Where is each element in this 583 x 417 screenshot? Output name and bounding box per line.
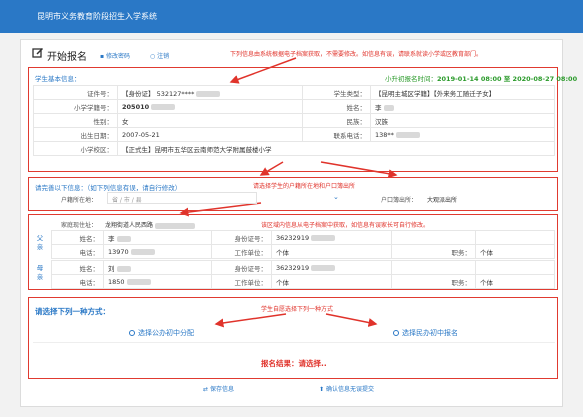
father-job-value[interactable]: 个体 — [475, 244, 555, 259]
table-row: 小学校区： 【正式生】昆明市五华区云南师范大学附属鼓楼小学 — [33, 141, 555, 156]
registration-card: 开始报名 ▪ 修改密码 ○ 注销 下列信息由系统根据电子档案获取，不需要修改。如… — [20, 39, 577, 407]
mother-job-label: 职务： — [391, 274, 476, 289]
reconfirm-title: 请完善以下信息：（如下列信息有误，请自行修改） — [35, 184, 182, 192]
school-value: 【正式生】昆明市五华区云南师范大学附属鼓楼小学 — [117, 141, 555, 156]
mother-id-label: 身份证号： — [211, 260, 272, 275]
mother-job-value[interactable]: 个体 — [475, 274, 555, 289]
student-no-label: 小学学籍号： — [33, 99, 118, 114]
father-work-value[interactable]: 个体 — [271, 244, 392, 259]
table-row: 电话： 1850 工作单位： 个体 职务： 个体 — [51, 274, 555, 289]
mother-phone-label: 电话： — [51, 274, 104, 289]
save-button[interactable]: ⇄ 保存信息 — [203, 384, 234, 393]
radio-icon — [393, 330, 399, 336]
table-row: 电话： 13970 工作单位： 个体 职务： 个体 — [51, 244, 555, 259]
reconfirm-annotation: 请选择学生的户籍所在地和户口簿出所 — [253, 183, 356, 190]
mother-table: 姓名： 刘 身份证号： 36232919 电话： 1850 工作单位： 个体 职… — [51, 260, 555, 289]
student-type-label: 学生类型： — [302, 85, 371, 100]
page-header: 开始报名 ▪ 修改密码 ○ 注销 下列信息由系统根据电子档案获取，不需要修改。如… — [32, 47, 552, 63]
address-label: 家庭现住址： — [61, 222, 98, 229]
page-title: 开始报名 — [47, 52, 87, 63]
student-no-value: 205010 — [117, 99, 303, 114]
birthdate-label: 出生日期： — [33, 127, 118, 142]
divider — [33, 342, 555, 343]
father-id-label: 身份证号： — [211, 230, 272, 245]
header-notice: 下列信息由系统根据电子档案获取，不需要修改。如信息有误，请联系就读小学或区教育部… — [230, 51, 483, 58]
mother-work-value[interactable]: 个体 — [271, 274, 392, 289]
radio-icon — [129, 330, 135, 336]
lock-icon: ▪ — [100, 53, 105, 60]
police-station-value[interactable]: 大观派出所 — [427, 195, 457, 204]
ethnicity-label: 民族： — [302, 113, 371, 128]
father-phone-value[interactable]: 13970 — [103, 244, 212, 259]
enrollment-period: 小升初报名时间：2019-01-14 08:00 至 2020-08-27 08… — [385, 75, 578, 83]
father-id-value[interactable]: 36232919 — [271, 230, 392, 245]
save-icon: ⇄ — [203, 386, 209, 393]
table-row: 姓名： 刘 身份证号： 36232919 — [51, 260, 555, 275]
registration-result: 报名结果：请选择.. — [261, 359, 327, 368]
app-title: 昆明市义务教育阶段招生入学系统 — [37, 12, 157, 21]
basic-info-title: 学生基本信息： — [35, 75, 81, 83]
mother-name-label: 姓名： — [51, 260, 104, 275]
gender-label: 性别： — [33, 113, 118, 128]
id-value: 【身份证】 532127**** — [117, 85, 303, 100]
mother-name-value[interactable]: 刘 — [103, 260, 212, 275]
father-name-label: 姓名： — [51, 230, 104, 245]
address-value[interactable]: 龙翔街道人民西路 — [105, 220, 196, 229]
upload-icon: ⬆ — [319, 386, 325, 393]
father-work-label: 工作单位： — [211, 244, 272, 259]
app-header-bar: 昆明市义务教育阶段招生入学系统 — [0, 0, 583, 33]
public-school-option[interactable]: 选择公办初中分配 — [129, 328, 194, 338]
father-phone-label: 电话： — [51, 244, 104, 259]
father-name-value[interactable]: 李 — [103, 230, 212, 245]
father-group-label: 父亲 — [36, 234, 44, 251]
hukou-select[interactable]: 省 / 市 / 县 — [107, 192, 257, 204]
student-type-value: 【昆明主城区学籍】【外来务工随迁子女】 — [370, 85, 555, 100]
submit-button[interactable]: ⬆ 确认信息无误提交 — [319, 384, 374, 393]
phone-label: 联系电话： — [302, 127, 371, 142]
name-label: 姓名： — [302, 99, 371, 114]
mother-phone-value[interactable]: 1850 — [103, 274, 212, 289]
edit-password-link[interactable]: ▪ 修改密码 — [100, 51, 130, 60]
table-row: 姓名： 李 身份证号： 36232919 — [51, 230, 555, 245]
table-row: 小学学籍号： 205010 姓名： 李 — [33, 99, 555, 114]
table-row: 出生日期： 2007-05-21 联系电话： 138** — [33, 127, 555, 142]
chevron-down-icon[interactable]: ⌄ — [333, 193, 339, 201]
birthdate-value: 2007-05-21 — [117, 127, 303, 142]
choice-title: 请选择下列一种方式： — [35, 307, 110, 316]
hukou-label: 户籍所在地： — [61, 197, 98, 204]
power-icon: ○ — [150, 53, 156, 60]
school-label: 小学校区： — [33, 141, 118, 156]
choice-annotation: 学生自愿选择下列一种方式 — [261, 306, 334, 313]
edit-icon — [32, 47, 44, 58]
police-station-label: 户口簿出所： — [381, 197, 418, 204]
table-row: 性别： 女 民族： 汉族 — [33, 113, 555, 128]
logout-link[interactable]: ○ 注销 — [150, 51, 169, 60]
father-job-label: 职务： — [391, 244, 476, 259]
gender-value: 女 — [117, 113, 303, 128]
mother-id-value[interactable]: 36232919 — [271, 260, 392, 275]
family-annotation: 该区域内信息从电子档案中获取，如信息有误家长可自行修改。 — [261, 222, 430, 229]
ethnicity-value: 汉族 — [370, 113, 555, 128]
basic-info-table: 证件号： 【身份证】 532127**** 学生类型： 【昆明主城区学籍】【外来… — [33, 85, 555, 156]
private-school-option[interactable]: 选择民办初中报名 — [393, 328, 458, 338]
table-row: 证件号： 【身份证】 532127**** 学生类型： 【昆明主城区学籍】【外来… — [33, 85, 555, 100]
phone-value: 138** — [370, 127, 555, 142]
father-table: 姓名： 李 身份证号： 36232919 电话： 13970 工作单位： 个体 … — [51, 230, 555, 259]
name-value: 李 — [370, 99, 555, 114]
mother-work-label: 工作单位： — [211, 274, 272, 289]
mother-group-label: 母亲 — [36, 264, 44, 281]
id-label: 证件号： — [33, 85, 118, 100]
